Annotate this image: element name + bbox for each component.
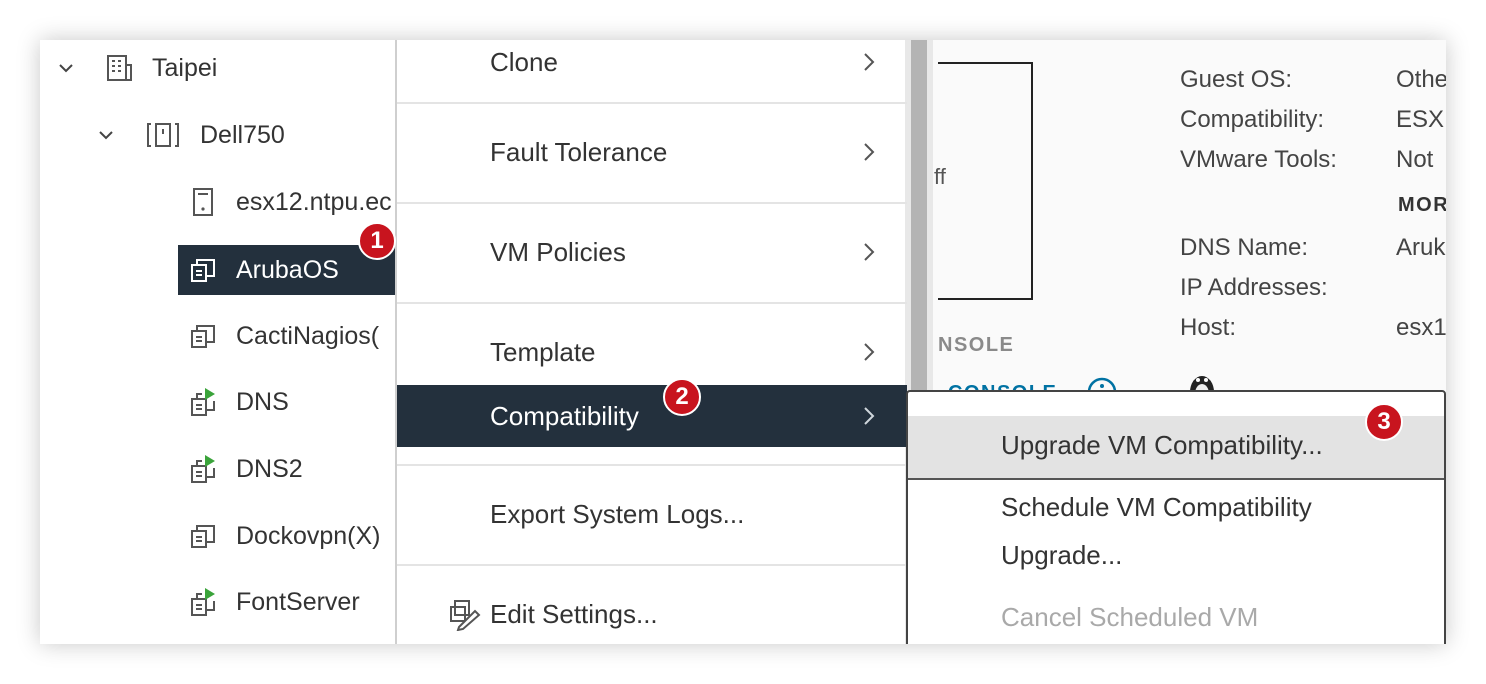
menu-item-label: Clone	[490, 46, 558, 77]
host-value: esx1	[1396, 314, 1446, 341]
menu-item-clone[interactable]: Clone	[397, 40, 907, 94]
tree-item-label: esx12.ntpu.ec	[236, 187, 392, 216]
inventory-tree: Taipei Dell750 esx12.ntpu.ec ArubaOS Cac…	[40, 40, 400, 644]
schedule-vm-compatibility-upgrade-item[interactable]: Schedule VM Compatibility Upgrade...	[908, 480, 1444, 584]
chevron-right-icon	[864, 53, 875, 71]
vmware-tools-value: Not	[1396, 146, 1434, 173]
tree-item-label: Dell750	[200, 120, 285, 149]
step-badge-3: 3	[1365, 403, 1403, 441]
tree-item-taipei[interactable]: Taipei	[56, 43, 217, 93]
vm-context-menu: Clone Fault Tolerance VM Policies Templa…	[395, 40, 907, 644]
submenu-item-label-line2: Upgrade...	[1001, 540, 1123, 570]
menu-item-template[interactable]: Template	[397, 320, 907, 384]
chevron-right-icon	[864, 243, 875, 261]
menu-item-edit-settings[interactable]: Edit Settings...	[397, 582, 907, 644]
menu-item-export-system-logs[interactable]: Export System Logs...	[397, 482, 907, 546]
step-badge-1: 1	[358, 222, 396, 260]
tree-item-label: Taipei	[152, 53, 218, 82]
vm-icon	[191, 259, 215, 282]
menu-item-label: Edit Settings...	[490, 598, 658, 629]
tree-item-host[interactable]: esx12.ntpu.ec	[190, 177, 392, 227]
host-icon	[193, 188, 213, 216]
tree-item-fontserver[interactable]: FontServer	[190, 577, 360, 627]
menu-item-label: Export System Logs...	[490, 498, 745, 529]
menu-separator	[397, 102, 907, 104]
vm-powered-on-icon	[191, 388, 215, 416]
vm-icon	[191, 525, 215, 548]
menu-item-label: Fault Tolerance	[490, 136, 668, 167]
vm-console-preview[interactable]	[938, 62, 1033, 300]
tree-item-label: Dockovpn(X)	[236, 521, 381, 550]
vsphere-client-window: Taipei Dell750 esx12.ntpu.ec ArubaOS Cac…	[40, 40, 1446, 644]
menu-separator	[397, 564, 907, 566]
chevron-right-icon	[864, 407, 875, 425]
menu-item-fault-tolerance[interactable]: Fault Tolerance	[397, 120, 907, 184]
submenu-item-label: Upgrade VM Compatibility...	[1001, 430, 1323, 460]
ip-addresses-label: IP Addresses:	[1180, 274, 1328, 301]
submenu-item-label: Schedule VM Compatibility	[1001, 492, 1312, 522]
compatibility-submenu: Upgrade VM Compatibility... Schedule VM …	[906, 390, 1446, 644]
chevron-right-icon	[864, 143, 875, 161]
tree-item-cactinagios[interactable]: CactiNagios(	[190, 311, 379, 361]
power-state-text: ff	[934, 164, 946, 189]
vm-powered-on-icon	[191, 588, 215, 616]
guest-os-value: Othe	[1396, 66, 1446, 93]
tree-item-label: CactiNagios(	[236, 321, 380, 350]
menu-item-label: Compatibility	[490, 400, 639, 431]
upgrade-vm-compatibility-item[interactable]: Upgrade VM Compatibility...	[908, 416, 1444, 478]
menu-item-label: Template	[490, 336, 596, 367]
dns-name-value: Aruk	[1396, 234, 1446, 261]
more-info-link[interactable]: MOR	[1398, 194, 1446, 217]
tree-item-dell750[interactable]: Dell750	[96, 110, 285, 160]
host-label: Host:	[1180, 314, 1237, 341]
vm-powered-on-icon	[191, 455, 215, 483]
vmware-tools-label: VMware Tools:	[1180, 146, 1337, 173]
menu-item-compatibility[interactable]: Compatibility	[397, 385, 907, 447]
cancel-scheduled-vm-item: Cancel Scheduled VM	[908, 590, 1444, 640]
tree-item-label: DNS2	[236, 454, 303, 483]
chevron-right-icon	[864, 343, 875, 361]
chevron-down-icon[interactable]	[56, 58, 76, 78]
compatibility-label: Compatibility:	[1180, 106, 1325, 133]
guest-os-label: Guest OS:	[1180, 66, 1293, 93]
chevron-down-icon[interactable]	[96, 125, 116, 145]
tree-item-label: ArubaOS	[236, 255, 339, 284]
dns-name-label: DNS Name:	[1180, 234, 1309, 261]
compatibility-value: ESX	[1396, 106, 1445, 133]
cluster-icon	[147, 123, 179, 147]
tree-item-dns2[interactable]: DNS2	[190, 444, 303, 494]
menu-item-label: VM Policies	[490, 236, 626, 267]
step-badge-2: 2	[663, 378, 701, 416]
datacenter-icon	[107, 55, 132, 81]
tree-item-label: DNS	[236, 387, 289, 416]
menu-separator	[397, 202, 907, 204]
edit-settings-icon	[450, 600, 481, 631]
submenu-item-label: Cancel Scheduled VM	[1001, 602, 1259, 632]
tree-item-dns[interactable]: DNS	[190, 377, 289, 427]
menu-separator	[397, 302, 907, 304]
console-label: NSOLE	[938, 334, 1015, 356]
vm-icon	[191, 325, 215, 348]
menu-separator	[397, 464, 907, 466]
menu-item-vm-policies[interactable]: VM Policies	[397, 220, 907, 284]
tree-item-dockovpn[interactable]: Dockovpn(X)	[190, 511, 381, 561]
tree-item-label: FontServer	[236, 587, 360, 616]
